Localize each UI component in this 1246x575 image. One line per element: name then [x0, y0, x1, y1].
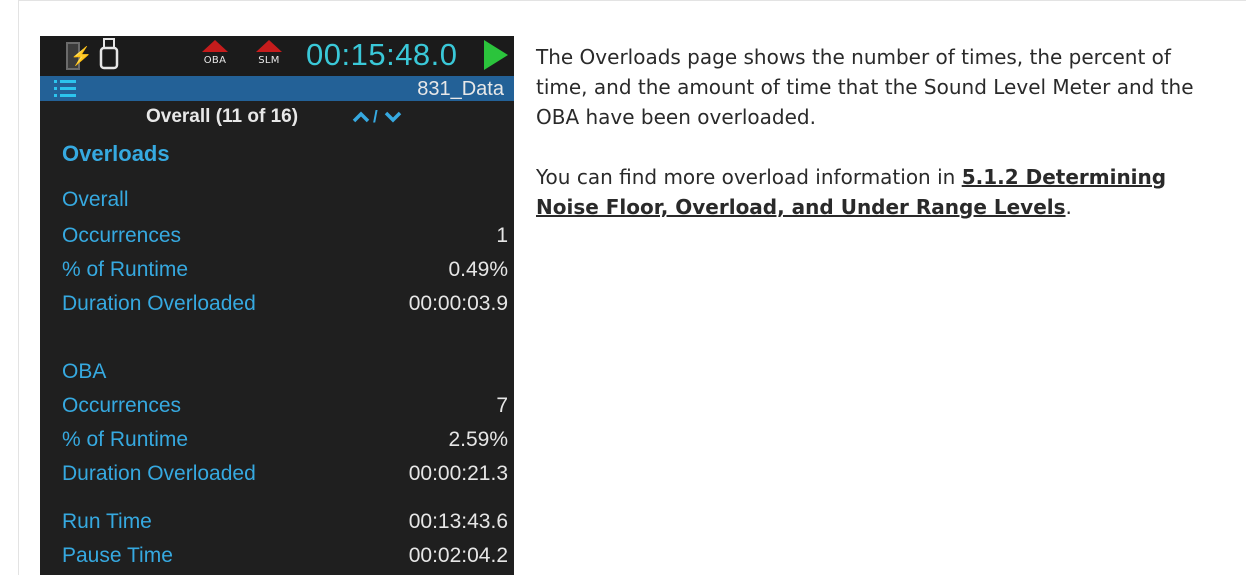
- row-value: 00:13:43.6: [408, 510, 508, 533]
- row-value: 2.59%: [448, 428, 508, 451]
- meter-screen: ⚡ OBA SLM 00:15:48.0 831_Data Overall (1…: [40, 36, 514, 575]
- oba-occurrences-row: Occurrences 7: [62, 394, 508, 424]
- row-label: Occurrences: [62, 394, 182, 417]
- chevron-down-icon[interactable]: [384, 111, 402, 123]
- row-label: % of Runtime: [62, 428, 189, 451]
- row-label: Duration Overloaded: [62, 292, 256, 315]
- overall-runtime-percent-row: % of Runtime 0.49%: [62, 258, 508, 288]
- file-name: 831_Data: [417, 78, 504, 100]
- oba-group-label: OBA: [62, 360, 107, 383]
- run-time-row: Run Time 00:13:43.6: [62, 510, 508, 540]
- page-label: Overall (11 of 16): [146, 106, 299, 127]
- chevron-up-icon[interactable]: [352, 111, 370, 123]
- nav-separator: /: [373, 107, 378, 126]
- reference-prefix: You can find more overload information i…: [536, 165, 962, 189]
- row-value: 7: [496, 394, 508, 417]
- row-label: Run Time: [62, 510, 152, 533]
- oba-indicator-label: OBA: [203, 55, 227, 66]
- section-title: Overloads: [62, 141, 170, 166]
- overall-occurrences-row: Occurrences 1: [62, 224, 508, 254]
- overload-triangle-icon: [202, 40, 228, 52]
- reference-suffix: .: [1065, 195, 1072, 219]
- oba-duration-row: Duration Overloaded 00:00:21.3: [62, 462, 508, 492]
- description-text: The Overloads page shows the number of t…: [536, 42, 1222, 252]
- status-bar: ⚡ OBA SLM 00:15:48.0: [40, 36, 514, 76]
- title-bar: 831_Data: [40, 76, 514, 101]
- overload-triangle-icon: [256, 40, 282, 52]
- oba-overload-indicator: OBA: [198, 38, 232, 72]
- row-label: Pause Time: [62, 544, 173, 567]
- overall-group-label: Overall: [62, 188, 129, 211]
- slm-indicator-label: SLM: [258, 55, 280, 66]
- row-label: Duration Overloaded: [62, 462, 256, 485]
- row-value: 0.49%: [448, 258, 508, 281]
- row-value: 00:02:04.2: [408, 544, 508, 567]
- run-clock: 00:15:48.0: [306, 37, 458, 72]
- menu-list-icon[interactable]: [54, 79, 76, 99]
- row-value: 00:00:21.3: [408, 462, 508, 485]
- usb-icon: [99, 38, 119, 70]
- play-icon[interactable]: [484, 40, 508, 70]
- row-value: 00:00:03.9: [408, 292, 508, 315]
- row-value: 1: [496, 224, 508, 247]
- page-navigation: Overall (11 of 16) /: [40, 104, 514, 132]
- row-label: Occurrences: [62, 224, 182, 247]
- overall-duration-row: Duration Overloaded 00:00:03.9: [62, 292, 508, 322]
- oba-runtime-percent-row: % of Runtime 2.59%: [62, 428, 508, 458]
- row-label: % of Runtime: [62, 258, 189, 281]
- pause-time-row: Pause Time 00:02:04.2: [62, 544, 508, 574]
- reference-paragraph: You can find more overload information i…: [536, 162, 1222, 222]
- slm-overload-indicator: SLM: [252, 38, 286, 72]
- battery-charging-icon: ⚡: [66, 42, 92, 70]
- description-paragraph: The Overloads page shows the number of t…: [536, 45, 1194, 129]
